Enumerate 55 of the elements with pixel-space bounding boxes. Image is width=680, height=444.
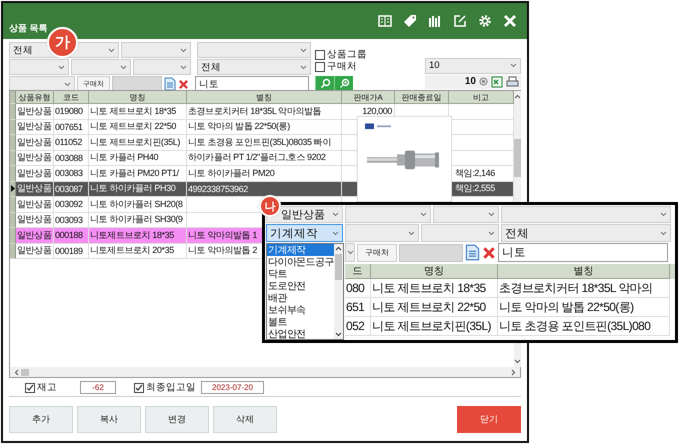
checkbox-label: 재고: [37, 381, 57, 394]
table-cell: 니토 초경용 포인트핀(35L)080: [499, 318, 650, 334]
table-cell: 니토 악마의 발톱 22*50(롱): [188, 120, 290, 134]
table-cell: 책임:2,146: [455, 166, 495, 180]
checkbox-label: 최종입고일: [146, 381, 196, 394]
table-cell: 니토 제트브로치핀(35L): [90, 136, 180, 149]
table-cell: 일반상품: [17, 166, 52, 180]
table-cell: 니토 제트브로치 18*35: [90, 104, 176, 118]
table-cell: 일반상품: [17, 104, 52, 118]
table-cell: 니토 하이카플러 PH30: [90, 182, 176, 196]
table-cell: 니토 악마의발톱 2: [188, 244, 258, 258]
table-cell: 니토 제트브로치 18*35: [372, 280, 486, 296]
table-cell: 니토 하이카플러 PM20: [188, 166, 274, 180]
table-cell: 초경브로치커터 18*35L 악마의: [499, 280, 652, 296]
table-cell: 4992338753962: [188, 184, 248, 194]
table-cell: 003083: [55, 168, 83, 178]
table-cell: 007651: [55, 122, 83, 132]
table-cell: 052: [346, 319, 364, 333]
table-cell: 003087: [55, 184, 83, 194]
table-cell: 일반상품: [17, 136, 52, 149]
table-cell: 019080: [55, 106, 83, 116]
table-cell: 120,000: [362, 106, 392, 116]
table-cell: 니토 제트브로치핀(35L): [372, 318, 491, 334]
table-cell: 일반상품: [17, 151, 52, 164]
table-cell: 니토제트브로치 20*35: [90, 244, 174, 258]
table-cell: 일반상품: [17, 213, 52, 226]
table-cell: 책임:2,555: [455, 182, 495, 196]
table-cell: 003088: [55, 152, 83, 163]
table-cell: 일반상품: [17, 182, 52, 196]
table-cell: 니토 하이카플러 SH30(9: [90, 213, 183, 226]
table-cell: 하이카플러 PT 1/2"플러그,호스 9202: [188, 151, 326, 164]
table-cell: 니토 제트브로치 22*50: [90, 120, 176, 134]
table-cell: 니토 카플러 PM20 PT1/: [90, 166, 179, 180]
table-cell: 니토 초경용 포인트핀(35L)08035 빠이: [188, 136, 331, 149]
table-cell: 일반상품: [17, 244, 52, 258]
table-cell: 일반상품: [17, 198, 52, 211]
checkbox-label: 상품그룹: [327, 48, 367, 61]
table-cell: 니토 제트브로치 22*50: [372, 298, 486, 316]
table-cell: 일반상품: [17, 228, 52, 242]
table-cell: 초경브로치커터 18*35L 악마의발톱: [188, 104, 322, 118]
window-title: 상품 목록: [9, 22, 48, 35]
table-cell: 니토 하이카플러 SH20(8: [90, 198, 183, 211]
table-cell: 011052: [55, 137, 82, 148]
table-cell: 080: [346, 281, 364, 295]
table-cell: 니토 악마의 발톱 22*50(롱): [499, 298, 634, 316]
table-cell: 003093: [55, 214, 83, 225]
table-cell: 일반상품: [17, 120, 52, 134]
table-cell: 000188: [55, 230, 83, 240]
table-cell: 니토 카플러 PH40: [90, 151, 158, 164]
table-cell: 003092: [55, 199, 83, 210]
table-cell: 니토 악마의발톱 1: [188, 228, 258, 242]
table-cell: 651: [346, 300, 364, 314]
table-cell: 니토제트브로치 18*35: [90, 228, 174, 242]
table-cell: 000189: [55, 246, 83, 256]
checkbox-label: 구매처: [327, 60, 357, 73]
